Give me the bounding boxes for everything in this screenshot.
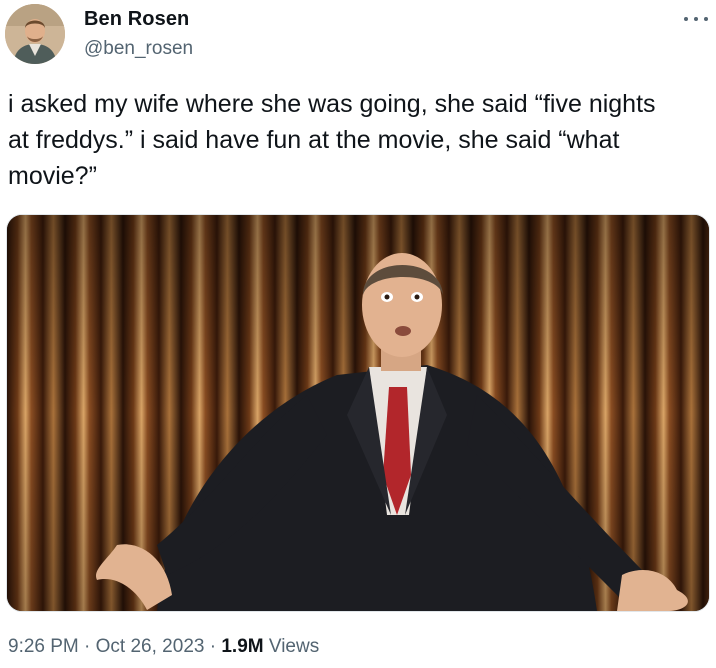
tweet-text: i asked my wife where she was going, she… [8, 90, 656, 190]
dot [694, 17, 698, 21]
dot [704, 17, 708, 21]
author-name[interactable]: Ben Rosen [84, 8, 189, 31]
more-options-icon[interactable] [684, 12, 708, 26]
separator: · [78, 636, 96, 657]
comedian-on-stage-photo-icon [7, 215, 709, 611]
tweet-metadata: 9:26 PM · Oct 26, 2023 · 1.9M Views [8, 636, 319, 658]
author-handle[interactable]: @ben_rosen [84, 38, 193, 60]
dot [684, 17, 688, 21]
avatar[interactable] [5, 4, 65, 64]
separator: · [204, 636, 222, 657]
tweet-time[interactable]: 9:26 PM [8, 636, 79, 657]
views-count[interactable]: 1.9M [221, 636, 263, 657]
tweet-date[interactable]: Oct 26, 2023 [96, 636, 205, 657]
views-label: Views [263, 636, 320, 657]
profile-photo-icon [5, 4, 65, 64]
tweet-media[interactable] [6, 214, 710, 612]
